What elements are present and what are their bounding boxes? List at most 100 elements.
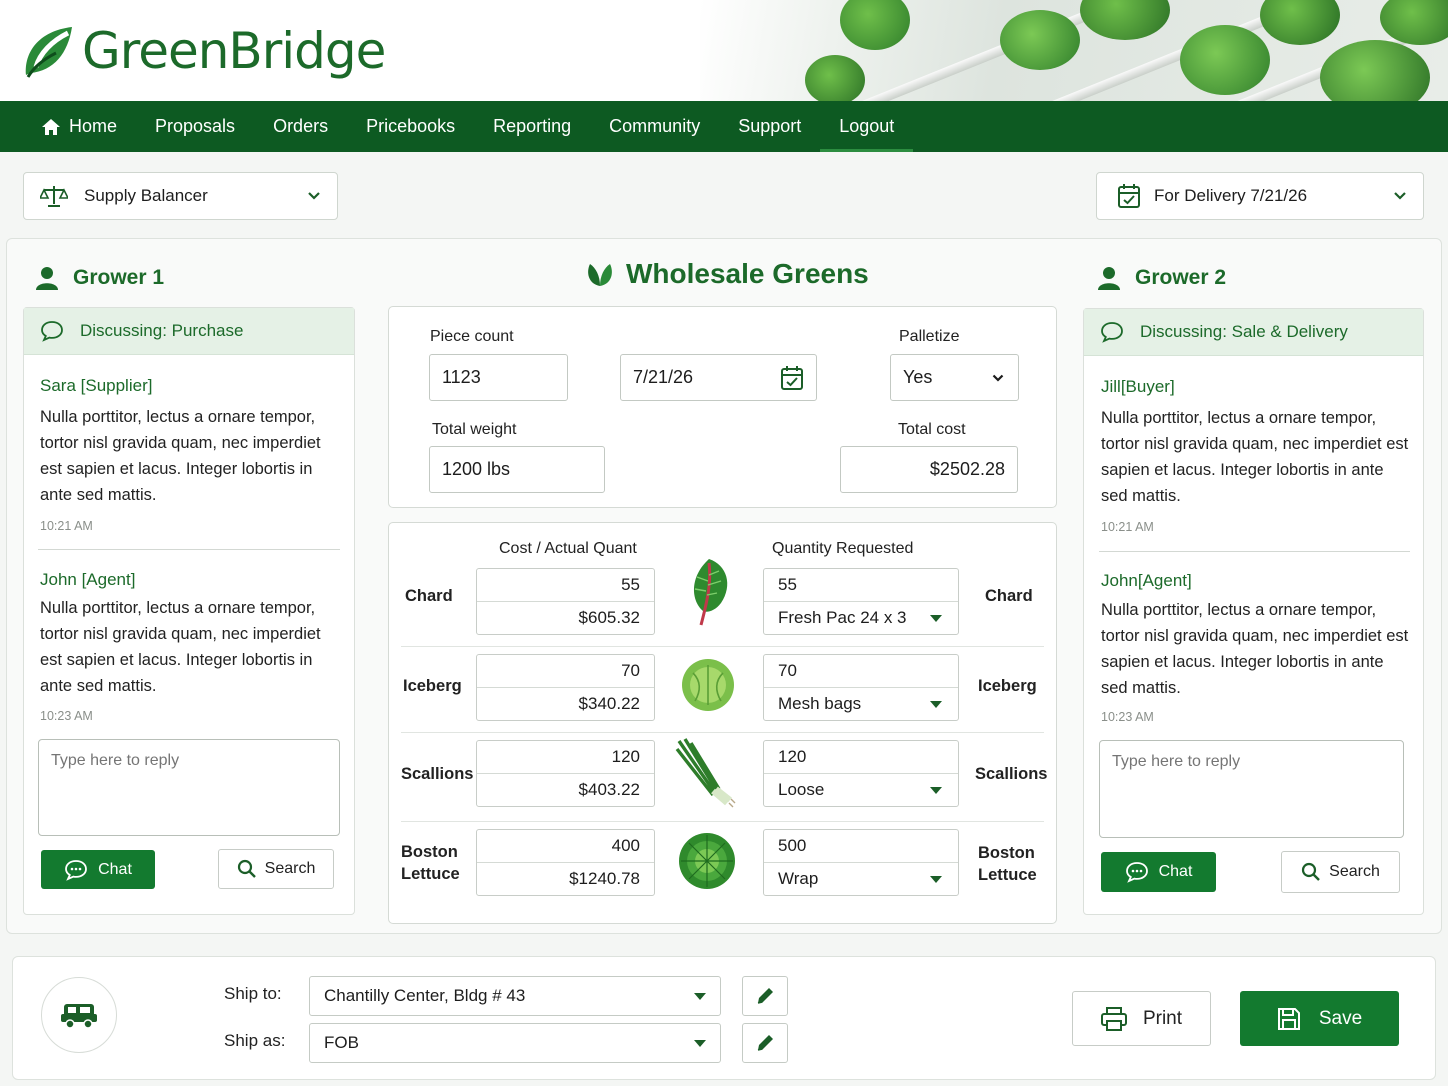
requested-quantity[interactable]: 55 — [764, 569, 958, 602]
calendar-icon[interactable] — [781, 366, 803, 390]
item-name-right: Iceberg — [978, 677, 1037, 695]
grower2-chat-label: Chat — [1158, 863, 1193, 880]
section-title-text: Wholesale Greens — [626, 258, 869, 289]
chard-icon — [693, 559, 728, 626]
grower1-chat-button[interactable]: Chat — [41, 850, 155, 889]
chat-bubble-icon — [41, 321, 63, 342]
dropdown-arrow-icon — [930, 786, 942, 794]
delivery-date-dropdown[interactable]: For Delivery 7/21/26 — [1096, 172, 1424, 220]
item-requested-field[interactable]: 55 Fresh Pac 24 x 3 — [763, 568, 959, 635]
grower2-chat-button[interactable]: Chat — [1101, 852, 1216, 892]
total-weight-input[interactable]: 1200 lbs — [429, 446, 605, 493]
save-icon — [1277, 1007, 1300, 1030]
print-button[interactable]: Print — [1072, 991, 1211, 1046]
grower2-msg2-time: 10:23 AM — [1101, 710, 1154, 724]
piece-count-input[interactable]: 1123 — [429, 354, 568, 401]
save-button[interactable]: Save — [1240, 991, 1399, 1046]
item-name-right: Boston Lettuce — [978, 844, 1037, 884]
grower2-reply-input[interactable] — [1099, 740, 1404, 838]
grower2-title-text: Grower 2 — [1135, 266, 1227, 289]
row-divider — [401, 821, 1044, 822]
grower1-chat-panel: Discussing: Purchase Sara [Supplier] Nul… — [23, 307, 355, 915]
grower2-title: Grower 2 — [1098, 266, 1226, 290]
shipping-bar: Ship to: Chantilly Center, Bldg # 43 Shi… — [12, 956, 1436, 1080]
total-cost-input[interactable]: $2502.28 — [840, 446, 1018, 493]
ship-as-value: FOB — [324, 1033, 359, 1052]
item-name-left: Boston Lettuce — [401, 843, 460, 883]
actual-quantity[interactable]: 55 — [477, 569, 654, 602]
pack-type-select[interactable]: Loose — [764, 774, 958, 807]
requested-quantity[interactable]: 500 — [764, 830, 958, 863]
grower2-search-button[interactable]: Search — [1281, 851, 1400, 893]
edit-ship-as-button[interactable] — [742, 1023, 788, 1063]
nav-reporting[interactable]: Reporting — [474, 101, 590, 152]
requested-quantity[interactable]: 120 — [764, 741, 958, 774]
item-actual-cost-field[interactable]: 70 $340.22 — [476, 654, 655, 721]
grower1-title-text: Grower 1 — [73, 266, 165, 289]
order-summary-box: Piece count 1123 7/21/26 Palletize Yes T… — [388, 306, 1057, 508]
grower1-msg2-time: 10:23 AM — [40, 709, 93, 723]
order-date-input[interactable]: 7/21/26 — [620, 354, 817, 401]
grower2-chat-panel: Discussing: Sale & Delivery Jill[Buyer] … — [1083, 308, 1424, 915]
grower1-search-button[interactable]: Search — [218, 849, 334, 889]
item-cost: $340.22 — [578, 693, 640, 713]
scale-icon — [40, 186, 68, 207]
grower2-search-label: Search — [1329, 863, 1380, 880]
item-actual-cost-field[interactable]: 120 $403.22 — [476, 740, 655, 807]
item-requested-field[interactable]: 70 Mesh bags — [763, 654, 959, 721]
ship-as-select[interactable]: FOB — [309, 1023, 721, 1063]
item-actual-cost-field[interactable]: 400 $1240.78 — [476, 829, 655, 896]
palletize-label: Palletize — [899, 328, 960, 345]
actual-quantity[interactable]: 400 — [477, 830, 654, 863]
chevron-down-icon — [1394, 192, 1406, 200]
nav-community[interactable]: Community — [590, 101, 719, 152]
grower1-search-label: Search — [264, 860, 316, 877]
pack-type-select[interactable]: Wrap — [764, 863, 958, 896]
actual-quantity[interactable]: 70 — [477, 655, 654, 688]
dropdown-arrow-icon — [694, 993, 706, 1000]
main-nav: Home Proposals Orders Pricebooks Reporti… — [0, 101, 1448, 152]
grower2-discussing-header: Discussing: Sale & Delivery — [1084, 309, 1423, 356]
grower1-reply-input[interactable] — [38, 739, 340, 836]
pack-type-value: Loose — [778, 779, 825, 799]
nav-logout[interactable]: Logout — [820, 101, 914, 152]
ship-to-select[interactable]: Chantilly Center, Bldg # 43 — [309, 976, 721, 1016]
logo[interactable]: GreenBridge — [22, 22, 386, 80]
dropdown-arrow-icon — [694, 1040, 706, 1047]
requested-quantity[interactable]: 70 — [764, 655, 958, 688]
user-icon — [1098, 267, 1120, 290]
message-divider — [1099, 551, 1410, 552]
item-cost: $605.32 — [578, 607, 640, 627]
pack-type-select[interactable]: Mesh bags — [764, 688, 958, 721]
ship-to-label: Ship to: — [224, 984, 282, 1003]
chat-bubble-icon — [65, 859, 87, 881]
item-requested-field[interactable]: 500 Wrap — [763, 829, 959, 896]
ship-as-label: Ship as: — [224, 1031, 286, 1050]
nav-orders[interactable]: Orders — [254, 101, 347, 152]
nav-support[interactable]: Support — [719, 101, 820, 152]
actual-quantity[interactable]: 120 — [477, 741, 654, 774]
nav-home[interactable]: Home — [22, 101, 136, 152]
order-date-value: 7/21/26 — [633, 367, 694, 387]
palletize-select[interactable]: Yes — [890, 354, 1019, 401]
item-actual-cost-field[interactable]: 55 $605.32 — [476, 568, 655, 635]
grower1-msg1-time: 10:21 AM — [40, 519, 93, 533]
edit-ship-to-button[interactable] — [742, 976, 788, 1016]
pack-type-value: Wrap — [778, 868, 819, 888]
item-name-left: Scallions — [401, 765, 474, 783]
nav-proposals[interactable]: Proposals — [136, 101, 254, 152]
grower1-title: Grower 1 — [36, 266, 164, 290]
search-icon — [1302, 862, 1320, 881]
iceberg-icon — [682, 659, 734, 711]
grower2-msg2-body: Nulla porttitor, lectus a ornare tempor,… — [1101, 601, 1409, 697]
mode-dropdown[interactable]: Supply Balancer — [23, 172, 338, 220]
pencil-icon — [757, 988, 773, 1004]
grower1-msg1-body: Nulla porttitor, lectus a ornare tempor,… — [40, 408, 321, 504]
dropdown-arrow-icon — [930, 700, 942, 708]
piece-count-label: Piece count — [430, 328, 514, 345]
nav-pricebooks[interactable]: Pricebooks — [347, 101, 474, 152]
grower2-msg1-time: 10:21 AM — [1101, 520, 1154, 534]
pack-type-select[interactable]: Fresh Pac 24 x 3 — [764, 602, 958, 635]
item-requested-field[interactable]: 120 Loose — [763, 740, 959, 807]
grower1-msg1-sender: Sara [Supplier] — [40, 376, 153, 395]
